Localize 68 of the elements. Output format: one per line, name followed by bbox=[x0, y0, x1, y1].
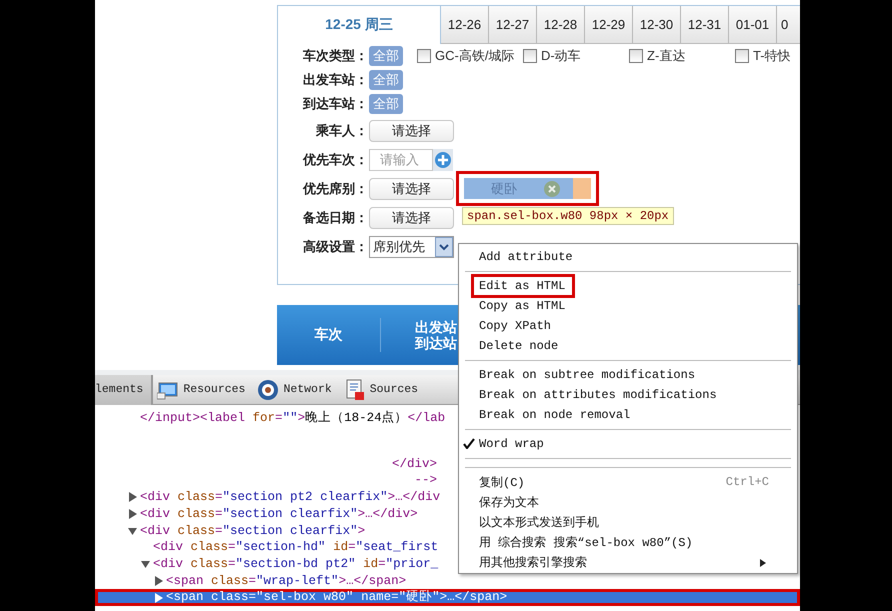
code-line: --> bbox=[413, 472, 437, 490]
select-button[interactable]: 请选择 bbox=[369, 178, 454, 200]
checkbox-label: D-动车 bbox=[541, 47, 581, 65]
menu-item[interactable]: Add attribute bbox=[473, 247, 579, 267]
devtools-tab[interactable]: Sources bbox=[340, 374, 426, 404]
menu-item[interactable]: Break on node removal bbox=[473, 405, 636, 425]
menu-item[interactable]: 保存为文本 bbox=[473, 492, 545, 512]
date-tab[interactable]: 12-26 bbox=[441, 6, 489, 44]
devtools-tab[interactable]: Network bbox=[253, 374, 340, 404]
menu-item[interactable]: Copy as HTML bbox=[473, 296, 572, 316]
menu-item[interactable]: 以文本形式发送到手机 bbox=[473, 512, 605, 532]
menu-item[interactable]: 用 综合搜索 搜索“sel-box w80”(S) bbox=[473, 532, 699, 552]
menu-item[interactable]: Edit as HTML bbox=[473, 276, 574, 296]
dom-node-line[interactable]: <div class="section clearfix"> bbox=[95, 522, 366, 540]
checkbox[interactable] bbox=[735, 49, 749, 63]
dom-node-line[interactable]: <div class="section pt2 clearfix">…</div bbox=[95, 489, 440, 506]
date-tab[interactable]: 0 bbox=[777, 6, 800, 44]
add-icon bbox=[433, 148, 453, 170]
filter-label: 优先席别： bbox=[302, 180, 368, 198]
margin-overlay bbox=[573, 178, 591, 199]
date-tab[interactable]: 12-30 bbox=[633, 6, 681, 44]
code-line: </div> bbox=[390, 456, 437, 472]
date-tab[interactable]: 12-31 bbox=[681, 6, 729, 44]
date-tab[interactable]: 12-29 bbox=[585, 6, 633, 44]
column-header: 出发站 bbox=[415, 319, 457, 335]
date-tab[interactable]: 12-28 bbox=[537, 6, 585, 44]
checkbox[interactable] bbox=[629, 49, 643, 63]
priority-select[interactable]: 席别优先 bbox=[369, 236, 454, 258]
devtools-tab[interactable]: Resources bbox=[153, 374, 254, 404]
checkbox-label: T-特快 bbox=[753, 47, 791, 65]
filter-label: 车次类型： bbox=[302, 47, 368, 65]
date-tab[interactable]: 01-01 bbox=[729, 6, 777, 44]
menu-item[interactable]: Break on subtree modifications bbox=[473, 365, 702, 385]
dom-node-line[interactable]: <div class="section clearfix">…</div> bbox=[95, 506, 418, 523]
menu-item[interactable]: 用其他搜索引擎搜索 bbox=[473, 552, 593, 572]
date-tab[interactable]: 12-27 bbox=[489, 6, 537, 44]
checkbox[interactable] bbox=[417, 49, 431, 63]
menu-item[interactable]: Copy XPath bbox=[473, 316, 558, 336]
column-header: 车次 bbox=[314, 326, 342, 344]
select-button[interactable]: 请选择 bbox=[369, 120, 454, 142]
filter-label: 优先车次： bbox=[302, 150, 368, 168]
code-line: </input><label for="">晚上（18-24点）</lab bbox=[139, 410, 446, 427]
checkbox-label: Z-直达 bbox=[647, 47, 686, 65]
filter-label: 高级设置： bbox=[302, 238, 368, 256]
menu-item[interactable]: 复制(C) Ctrl+C bbox=[473, 472, 775, 492]
dropdown-icon bbox=[435, 236, 453, 256]
filter-label: 备选日期： bbox=[302, 208, 368, 226]
select-button[interactable]: 请选择 bbox=[369, 206, 454, 228]
remove-icon bbox=[544, 180, 560, 196]
element-tooltip: span.sel-box.w80 98px × 20px bbox=[462, 207, 674, 225]
menu-item[interactable]: Break on attributes modifications bbox=[473, 385, 723, 405]
document-icon bbox=[344, 378, 366, 400]
menu-item[interactable]: Word wrap bbox=[459, 434, 550, 454]
dom-node-line[interactable]: <span class="wrap-left">…</span> bbox=[95, 572, 406, 590]
filter-label: 到达车站： bbox=[302, 95, 368, 113]
submenu-arrow-icon bbox=[760, 559, 766, 567]
menu-item[interactable]: Delete node bbox=[473, 336, 564, 356]
filter-label: 出发车站： bbox=[302, 71, 368, 89]
element-highlight: 硬卧 bbox=[464, 178, 591, 199]
dom-node-line[interactable]: <div class="section-hd" id="seat_first bbox=[95, 539, 438, 556]
checkbox[interactable] bbox=[523, 49, 537, 63]
dom-node-line[interactable]: <div class="section-bd pt2" id="prior_ bbox=[95, 556, 438, 573]
checkbox-label: GC-高铁/城际 bbox=[435, 47, 514, 65]
filter-label: 乘车人： bbox=[314, 122, 368, 140]
train-input[interactable]: 请输入 bbox=[369, 148, 433, 170]
shortcut-label: Ctrl+C bbox=[726, 475, 769, 489]
column-header: 到达站 bbox=[415, 335, 457, 351]
devtools-tab[interactable]: lements bbox=[95, 374, 154, 404]
